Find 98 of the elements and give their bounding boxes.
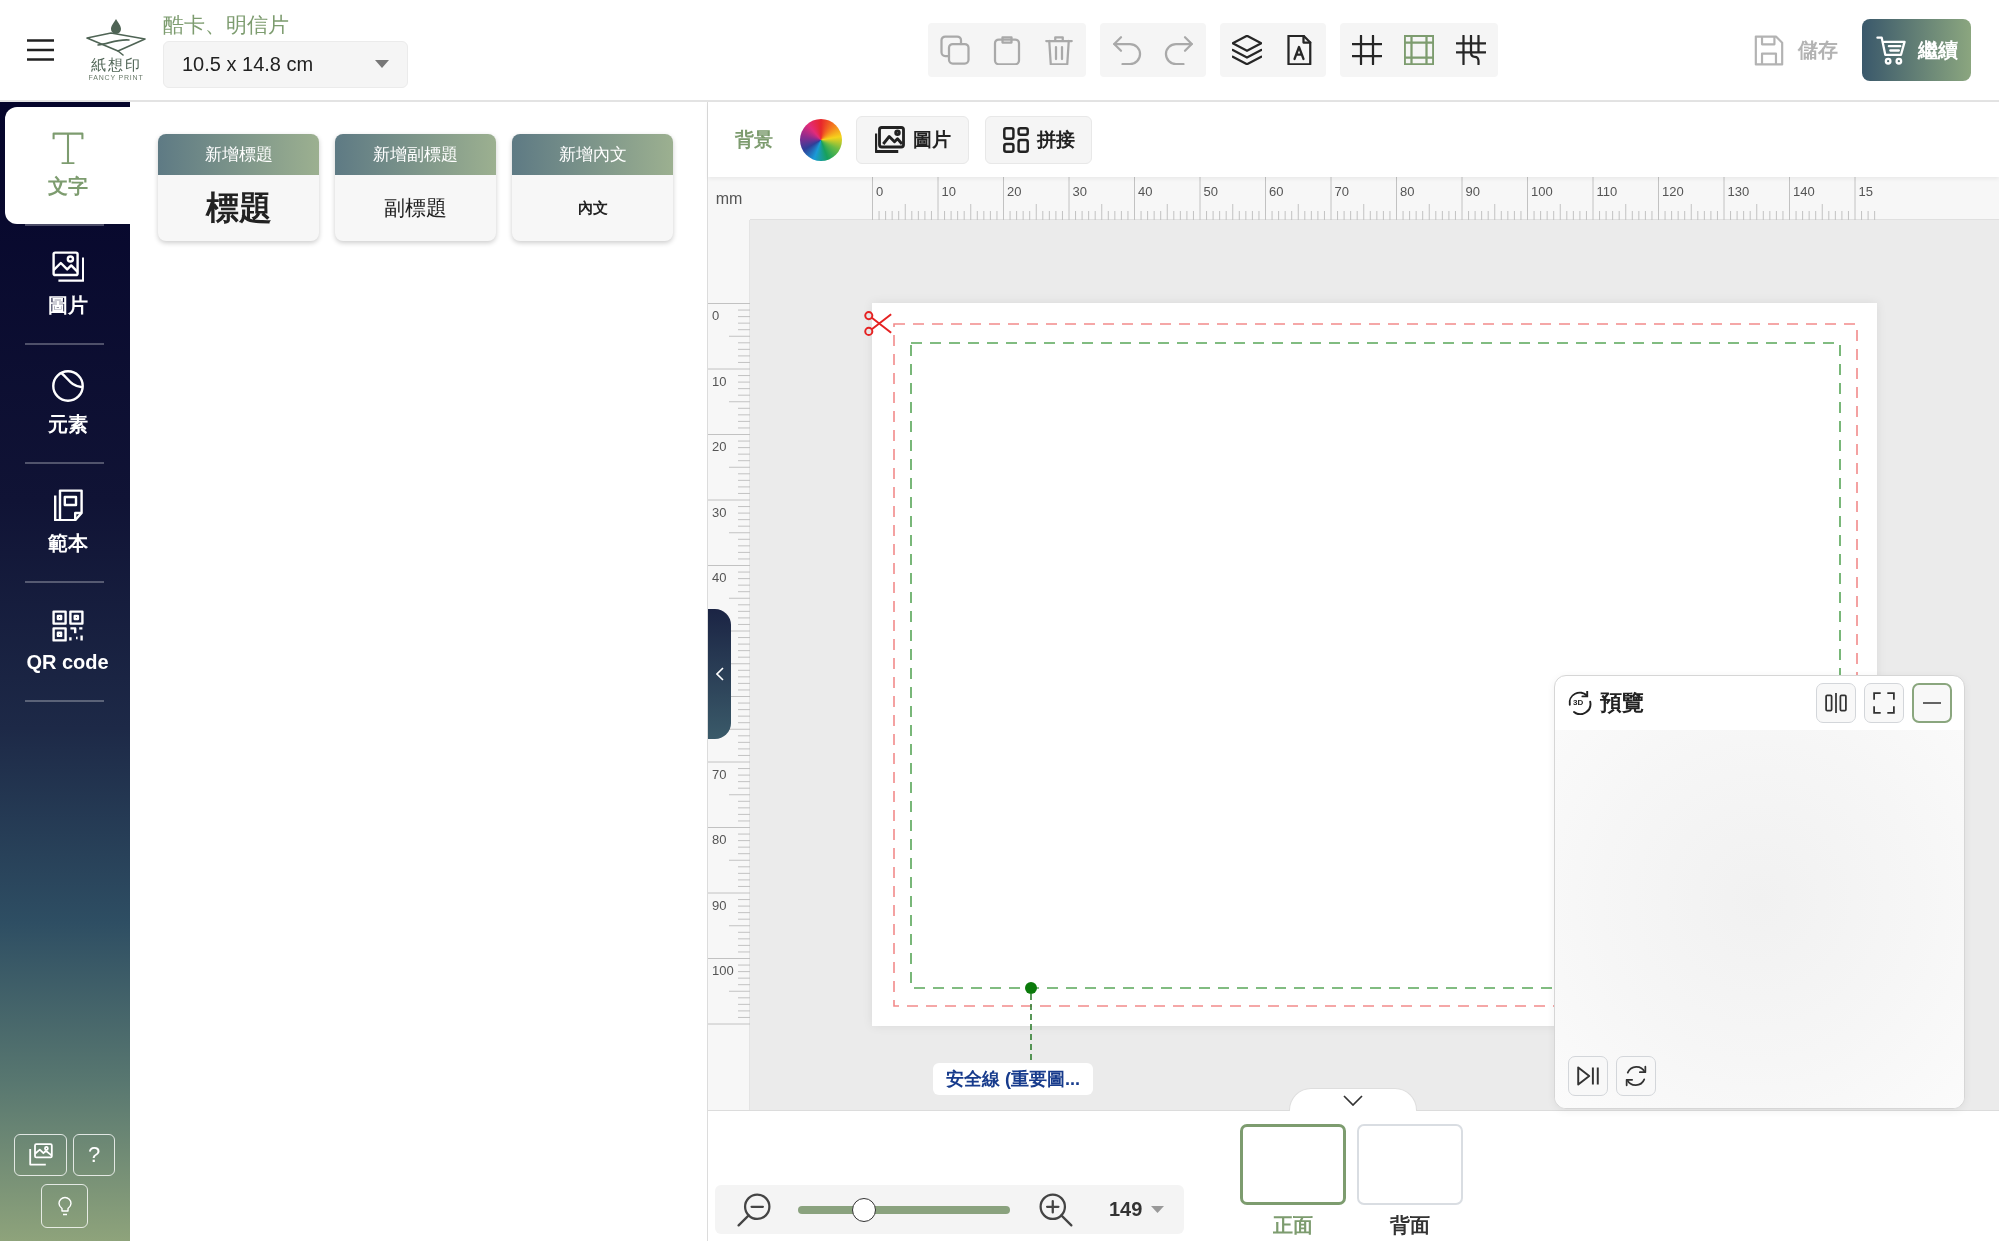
ruler-label: 20 — [712, 440, 727, 454]
ruler-label: 110 — [1596, 185, 1618, 199]
preset-header: 新增標題 — [158, 134, 319, 175]
zoom-slider[interactable] — [798, 1196, 1010, 1223]
ruler-label: 140 — [1793, 185, 1815, 199]
sidebar-item[interactable]: 範本 — [5, 464, 130, 581]
curved-grid-icon[interactable] — [1456, 35, 1486, 65]
text-preset-card[interactable]: 新增標題 標題 — [158, 134, 319, 241]
cart-icon — [1876, 35, 1906, 65]
paper-drop-logo-icon — [85, 18, 147, 56]
handle-dot-icon[interactable] — [1025, 982, 1037, 994]
page-thumbnail[interactable] — [1240, 1124, 1346, 1205]
tips-button[interactable] — [41, 1184, 88, 1228]
ruler-label: 90 — [712, 898, 727, 913]
ruler-label: 100 — [1531, 185, 1553, 199]
preset-sample-text: 副標題 — [384, 195, 447, 221]
ruler-label: 120 — [1662, 185, 1684, 199]
product-category: 酷卡、明信片 — [163, 12, 289, 37]
3d-label: 3D — [1573, 698, 1584, 707]
refresh-icon — [1625, 1065, 1647, 1087]
play-pause-button[interactable] — [1568, 1056, 1608, 1096]
continue-button[interactable]: 繼續 — [1862, 19, 1971, 81]
framed-grid-icon[interactable] — [1404, 35, 1434, 65]
split-view-icon — [1825, 692, 1847, 714]
ruler-label: 100 — [712, 964, 734, 978]
sidebar-item[interactable]: 圖片 — [5, 226, 130, 343]
ruler-unit: mm — [708, 177, 750, 220]
background-image-button[interactable]: 圖片 — [856, 115, 969, 164]
help-button[interactable]: ? — [73, 1134, 115, 1176]
leader-line — [1030, 994, 1032, 1063]
ruler-label: 70 — [712, 767, 727, 782]
zoom-select[interactable]: 149 — [1109, 1198, 1165, 1221]
color-wheel-icon[interactable] — [800, 118, 842, 161]
qr-code-icon — [51, 609, 84, 642]
layers-icon[interactable] — [1232, 35, 1262, 65]
preset-header: 新增內文 — [512, 134, 673, 175]
zoom-in-icon[interactable] — [1039, 1192, 1073, 1227]
letter-document-icon[interactable] — [1284, 35, 1314, 65]
chevron-down-icon — [1343, 1094, 1363, 1106]
ruler-label: 40 — [712, 571, 727, 585]
ruler-label: 80 — [712, 833, 727, 847]
preset-header: 新增副標題 — [335, 134, 496, 175]
page-label: 正面 — [1273, 1213, 1313, 1238]
image-stack-icon — [51, 250, 84, 283]
ruler-label: 70 — [1334, 185, 1349, 199]
ruler-label: 40 — [1138, 185, 1153, 199]
background-label: 背景 — [735, 127, 773, 152]
save-icon — [1754, 34, 1784, 66]
fullscreen-icon — [1873, 692, 1895, 714]
circle-arc-icon — [51, 369, 84, 402]
zoom-out-icon[interactable] — [737, 1192, 771, 1227]
grid-icon[interactable] — [1352, 35, 1382, 65]
caret-icon — [1151, 1206, 1165, 1213]
text-preset-card[interactable]: 新增副標題 副標題 — [335, 134, 496, 241]
ruler-label: 0 — [712, 309, 720, 323]
caret-icon — [375, 60, 389, 68]
size-select[interactable]: 10.5 x 14.8 cm — [163, 40, 408, 88]
safety-line-label: 安全線 (重要圖... — [933, 1063, 1093, 1095]
ruler-label: 20 — [1007, 185, 1022, 199]
ruler-label: 30 — [1072, 185, 1087, 199]
minimize-button[interactable] — [1912, 683, 1952, 723]
images-icon — [28, 1143, 53, 1167]
rotate-arrows-icon — [1568, 691, 1592, 715]
ruler-label: 130 — [1727, 185, 1750, 199]
grid-squares-icon — [1002, 126, 1029, 153]
minimize-icon — [1922, 702, 1942, 704]
preset-sample-text: 內文 — [577, 198, 608, 218]
menu-icon[interactable] — [27, 39, 54, 61]
ruler-label: 90 — [1465, 185, 1480, 199]
ruler-label: 80 — [1400, 185, 1415, 199]
ruler-label: 60 — [1269, 185, 1284, 199]
scissors-icon — [864, 311, 892, 336]
fullscreen-button[interactable] — [1864, 683, 1904, 723]
ruler-label: 15 — [1858, 185, 1873, 199]
ruler-label: 50 — [1203, 185, 1218, 199]
text-preset-card[interactable]: 新增內文 內文 — [512, 134, 673, 241]
ruler-label: 10 — [712, 374, 727, 389]
refresh-button[interactable] — [1616, 1056, 1656, 1096]
collage-button[interactable]: 拼接 — [985, 115, 1092, 164]
ruler-label: 10 — [941, 185, 956, 199]
chevron-left-icon — [715, 667, 724, 681]
page-label: 背面 — [1390, 1213, 1430, 1238]
sidebar-item[interactable]: QR code — [5, 583, 130, 700]
collapse-panel-tab[interactable] — [708, 609, 731, 739]
document-stack-icon — [51, 488, 84, 521]
preview-title: 預覽 — [1600, 689, 1644, 717]
slider-thumb[interactable] — [851, 1197, 876, 1222]
ruler-label: 0 — [876, 185, 884, 199]
letter-t-icon — [51, 131, 84, 164]
sidebar-item[interactable]: 元素 — [5, 345, 130, 462]
ruler-label: 30 — [712, 505, 727, 520]
logo-text: 紙想印 — [90, 56, 142, 74]
play-pause-icon — [1577, 1066, 1599, 1086]
image-icon — [874, 126, 905, 153]
preset-sample-text: 標題 — [205, 187, 272, 228]
split-view-button[interactable] — [1816, 683, 1856, 723]
lightbulb-icon — [57, 1196, 72, 1216]
gallery-button[interactable] — [14, 1134, 67, 1176]
